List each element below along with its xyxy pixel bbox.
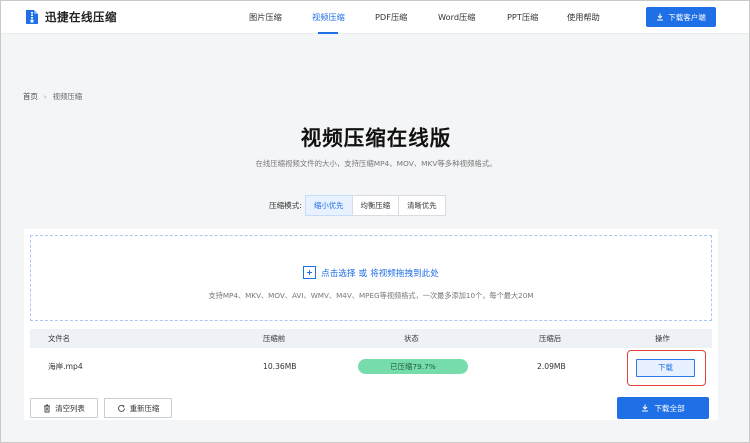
col-filename: 文件名 (48, 334, 71, 343)
download-client-button[interactable]: 下载客户端 (646, 7, 716, 27)
refresh-icon (117, 404, 125, 412)
nav-ppt-compress[interactable]: PPT压缩 (507, 1, 538, 34)
upload-cta[interactable]: 点击选择 或 将视频拖拽到此处 (31, 266, 711, 279)
download-all-button[interactable]: 下载全部 (617, 397, 709, 419)
chevron-right-icon: › (43, 92, 47, 101)
page-subtitle: 在线压缩视频文件的大小，支持压缩MP4、MOV、MKV等多种视频格式。 (255, 159, 497, 168)
recompress-button[interactable]: 重新压缩 (104, 398, 172, 418)
breadcrumb-home[interactable]: 首页 (23, 91, 38, 102)
upload-cta-select: 点击选择 (321, 268, 356, 279)
download-all-label: 下载全部 (654, 403, 685, 413)
compress-mode-label: 压缩模式: (269, 201, 302, 210)
download-file-button[interactable]: 下载 (636, 359, 695, 377)
mode-balanced[interactable]: 均衡压缩 (351, 195, 400, 216)
compress-panel: 点击选择 或 将视频拖拽到此处 支持MP4、MKV、MOV、AVI、WMV、M4… (24, 229, 718, 420)
browser-frame: 迅捷在线压缩 图片压缩 视频压缩 PDF压缩 Word压缩 PPT压缩 使用帮助… (0, 0, 750, 443)
mode-clarity[interactable]: 清晰优先 (398, 195, 446, 216)
clear-list-button[interactable]: 清空列表 (30, 398, 98, 418)
table-header: 文件名 压缩前 状态 压缩后 操作 (30, 329, 712, 348)
nav-help[interactable]: 使用帮助 (567, 1, 600, 34)
nav-pdf-compress[interactable]: PDF压缩 (375, 1, 407, 34)
breadcrumb: 首页 › 视频压缩 (23, 91, 82, 102)
main-nav: 图片压缩 视频压缩 PDF压缩 Word压缩 PPT压缩 使用帮助 (1, 1, 749, 34)
col-status: 状态 (404, 334, 419, 343)
col-action: 操作 (655, 334, 670, 343)
nav-video-compress[interactable]: 视频压缩 (312, 1, 345, 34)
col-after: 压缩后 (539, 334, 562, 343)
mode-smallest[interactable]: 缩小优先 (304, 195, 353, 216)
table-row: 海岸.mp4 10.36MB 已压缩79.7% 2.09MB 下载 (30, 350, 712, 386)
plus-icon (303, 266, 317, 279)
download-icon (657, 13, 664, 21)
page-title: 视频压缩在线版 (300, 126, 452, 150)
upload-hint: 支持MP4、MKV、MOV、AVI、WMV、M4V、MPEG等视频格式，一次最多… (208, 291, 534, 300)
top-header: 迅捷在线压缩 图片压缩 视频压缩 PDF压缩 Word压缩 PPT压缩 使用帮助… (1, 1, 749, 34)
breadcrumb-current: 视频压缩 (52, 92, 83, 101)
compress-mode-selector: 压缩模式: 缩小优先 均衡压缩 清晰优先 (269, 195, 446, 216)
status-badge: 已压缩79.7% (358, 359, 468, 374)
row-size-before: 10.36MB (263, 362, 297, 371)
nav-word-compress[interactable]: Word压缩 (438, 1, 475, 34)
download-icon (642, 404, 649, 412)
recompress-label: 重新压缩 (129, 403, 160, 413)
upload-cta-drag: 将视频拖拽到此处 (370, 268, 439, 279)
download-client-label: 下载客户端 (668, 12, 706, 22)
row-size-after: 2.09MB (537, 362, 566, 371)
upload-cta-or: 或 (358, 268, 368, 279)
upload-dropzone[interactable]: 点击选择 或 将视频拖拽到此处 支持MP4、MKV、MOV、AVI、WMV、M4… (30, 235, 712, 321)
row-filename: 海岸.mp4 (48, 362, 83, 371)
col-before: 压缩前 (263, 334, 286, 343)
nav-image-compress[interactable]: 图片压缩 (249, 1, 282, 34)
clear-list-label: 清空列表 (55, 403, 85, 413)
trash-icon (44, 404, 51, 412)
